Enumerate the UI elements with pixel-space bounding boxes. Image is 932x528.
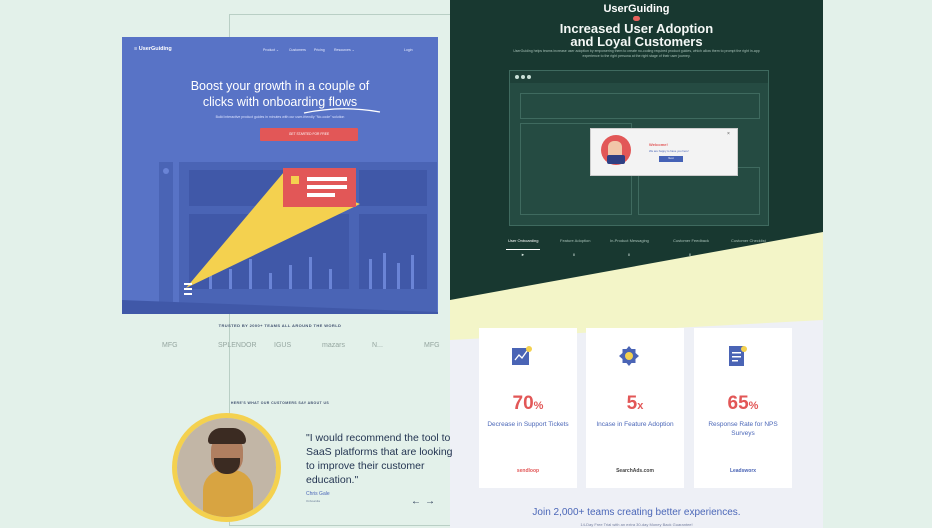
pause-icon: II <box>628 252 631 257</box>
window-dot-icon <box>527 75 531 79</box>
nav-login[interactable]: Login <box>404 48 413 52</box>
client-logo: N... <box>372 342 383 349</box>
tooltip-square <box>291 176 299 184</box>
carousel-arrows[interactable]: ←→ <box>411 496 439 507</box>
tab-label: User Onboarding <box>508 238 539 243</box>
sleeve-shape <box>607 155 625 164</box>
stat-value: 70% <box>512 393 544 414</box>
client-logo: mazars <box>322 342 345 349</box>
client-logo: IGUS <box>274 342 292 349</box>
client-logo: MFG <box>424 342 440 349</box>
adoption-title: Increased User Adoption and Loyal Custom… <box>450 22 823 48</box>
client-logo: SPLENDOR <box>218 342 257 349</box>
mockup-pane <box>520 93 760 119</box>
customer-logo: Leadsworx <box>729 468 757 474</box>
tab-label: Feature Adoption <box>560 238 591 243</box>
customer-logo: SearchAds.com <box>616 468 654 474</box>
stat-card: 65% Response Rate for NPS Surveys Leadsw… <box>694 328 792 488</box>
close-icon[interactable]: × <box>727 131 730 137</box>
window-dot-icon <box>521 75 525 79</box>
hero-subtitle: Build interactive product guides in minu… <box>215 115 345 119</box>
userguiding-logo[interactable]: ≡ UserGuiding <box>134 46 172 52</box>
beacon-icon <box>184 283 194 299</box>
testimonials-heading: HERE'S WHAT OUR CUSTOMERS SAY ABOUT US <box>230 401 330 405</box>
testimonial-quote: "I would recommend the tool to SaaS plat… <box>306 432 453 486</box>
pause-icon: II <box>573 252 576 257</box>
nav-customers[interactable]: Customers <box>289 48 306 52</box>
testimonial-role: Onboardia <box>306 499 321 503</box>
trusted-heading: TRUSTED BY 2000+ TEAMS ALL AROUND THE WO… <box>218 323 342 328</box>
nav-resources[interactable]: Resources ⌄ <box>334 48 355 52</box>
adoption-subtitle: UserGuiding helps teams increase user ad… <box>513 49 760 58</box>
tab-customer-feedback[interactable]: Customer Feedback II <box>673 238 710 257</box>
stat-value: 65% <box>727 393 759 414</box>
stat-description: Incase in Feature Adoption <box>596 421 674 428</box>
popup-text: We are happy to have you here! <box>649 149 689 153</box>
join-subtext: 14-Day Free Trial with an extra 30-day M… <box>580 522 693 527</box>
title-line-2: and Loyal Customers <box>570 34 703 49</box>
stat-description: Response Rate for NPS Surveys <box>708 421 778 437</box>
stat-value: 5x <box>626 393 644 414</box>
stat-description: Decrease in Support Tickets <box>487 421 569 428</box>
hero-get-started-button[interactable]: GET STARTED FOR FREE <box>260 128 358 141</box>
tab-in-product-messaging[interactable]: In-Product Messaging II <box>610 238 649 257</box>
mockup-titlebar <box>510 71 768 83</box>
dark-brand: UserGuiding <box>603 3 670 15</box>
tab-feature-adoption[interactable]: Feature Adoption II <box>560 238 591 257</box>
play-icon: ► <box>521 252 525 257</box>
dash-sidebar <box>159 162 173 302</box>
welcome-popup[interactable]: Welcome! We are happy to have you here! … <box>590 128 738 176</box>
customer-photo <box>177 418 276 517</box>
testimonial-author: Chris Gale <box>306 491 330 497</box>
customer-logo: sendloop <box>516 468 540 474</box>
badge-icon <box>619 346 639 366</box>
tab-label: Customer Checklist <box>731 238 766 243</box>
hero-line-1: Boost your growth in a couple of <box>190 79 370 93</box>
tooltip-card <box>283 168 356 207</box>
tab-label: Customer Feedback <box>673 238 710 243</box>
tab-user-onboarding[interactable]: User Onboarding ► <box>508 238 539 257</box>
hero-title: Boost your growth in a couple of clicks … <box>122 78 438 110</box>
dash-dot <box>163 168 169 174</box>
stat-card: 5x Incase in Feature Adoption SearchAds.… <box>586 328 684 488</box>
popup-next-button[interactable]: Next <box>659 156 683 162</box>
chart-trend-icon <box>512 346 532 365</box>
window-dot-icon <box>515 75 519 79</box>
hero-line-2: clicks with onboarding flows <box>202 95 358 109</box>
nav-pricing[interactable]: Pricing <box>314 48 325 52</box>
logo-text: UserGuiding <box>138 46 172 52</box>
top-nav: ≡ UserGuiding Product ⌄ Customers Pricin… <box>122 37 438 63</box>
client-logo: MFG <box>162 342 178 349</box>
stat-card: 70% Decrease in Support Tickets sendloop <box>479 328 577 488</box>
nav-product[interactable]: Product ⌄ <box>263 48 279 52</box>
squiggle-underline <box>303 108 381 114</box>
tab-customer-checklist[interactable]: Customer ChecklistII <box>731 238 766 257</box>
popup-title: Welcome! <box>649 142 668 147</box>
document-icon <box>729 346 747 366</box>
tab-label: In-Product Messaging <box>610 238 649 243</box>
active-tab-underline <box>506 249 540 250</box>
join-heading: Join 2,000+ teams creating better experi… <box>532 507 741 518</box>
